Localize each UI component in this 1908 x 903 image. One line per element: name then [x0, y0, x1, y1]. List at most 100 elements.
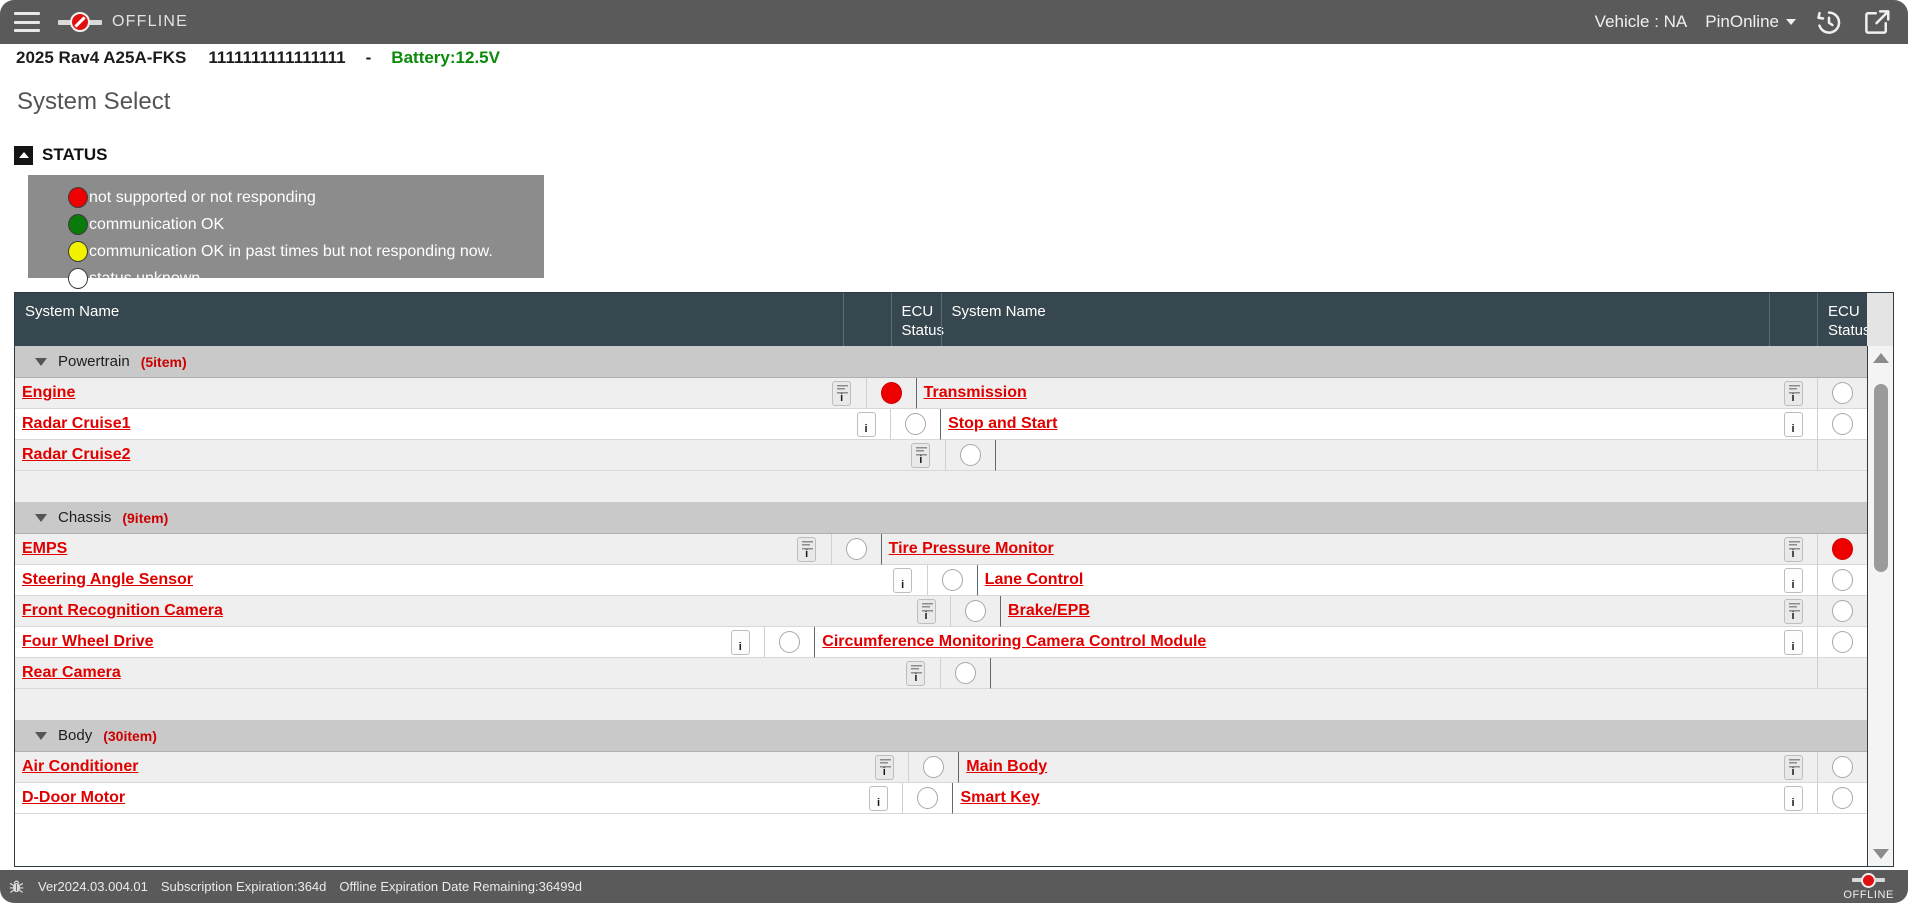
scrollbar-track[interactable]	[1868, 370, 1893, 842]
system-info-button[interactable]: i	[869, 786, 888, 811]
status-indicator-unknown	[955, 662, 976, 684]
system-info-button[interactable]: i	[797, 537, 816, 562]
vehicle-model: 2025 Rav4 A25A-FKS	[16, 48, 186, 68]
system-name-link[interactable]: Transmission	[924, 384, 1027, 402]
system-info-button[interactable]: i	[917, 599, 936, 624]
ecu-status-cell	[1817, 627, 1867, 658]
info-cell: i	[783, 534, 831, 565]
system-select-table: System Name ECU Status System Name ECU S…	[14, 292, 1894, 867]
table-row: EMPS i Tire Pressure Monitor i	[15, 534, 1867, 565]
system-name-link[interactable]: Steering Angle Sensor	[22, 571, 193, 589]
info-cell: i	[854, 783, 902, 814]
system-name-link[interactable]: Lane Control	[985, 571, 1084, 589]
info-glyph: i	[1791, 422, 1794, 436]
legend-item: status unknown	[68, 265, 544, 292]
vehicle-separator: -	[366, 48, 372, 68]
system-name-link[interactable]: Engine	[22, 384, 75, 402]
system-name-cell: Steering Angle Sensor	[15, 565, 879, 596]
ecu-status-cell	[950, 596, 1000, 627]
table-row: Front Recognition Camera i Brake/EPB i	[15, 596, 1867, 627]
system-info-button[interactable]: i	[911, 443, 930, 468]
system-name-link[interactable]: D-Door Motor	[22, 789, 125, 807]
system-group-header[interactable]: Chassis(9item)	[15, 502, 1867, 534]
system-name-link[interactable]: Four Wheel Drive	[22, 633, 154, 651]
pin-mode-dropdown[interactable]: PinOnline	[1705, 12, 1796, 32]
system-name-cell: Stop and Start	[940, 409, 1769, 440]
system-info-button[interactable]: i	[731, 630, 750, 655]
group-item-count: (30item)	[103, 728, 157, 744]
table-row-filler	[15, 689, 1867, 720]
no-connection-circle	[70, 12, 90, 32]
system-name-link[interactable]: Front Recognition Camera	[22, 602, 223, 620]
system-name-link[interactable]: Main Body	[966, 758, 1047, 776]
system-info-button[interactable]: i	[1784, 786, 1803, 811]
collapse-up-icon[interactable]	[14, 146, 33, 165]
system-name-cell: Circumference Monitoring Camera Control …	[814, 627, 1769, 658]
group-name-label: Body	[58, 727, 92, 744]
system-group-header[interactable]: Powertrain(5item)	[15, 346, 1867, 378]
info-glyph: i	[877, 796, 880, 810]
system-info-button[interactable]: i	[1784, 412, 1803, 437]
system-name-link[interactable]: Radar Cruise2	[22, 446, 131, 464]
vehicle-vin: 1111111111111111	[208, 48, 345, 68]
system-info-button[interactable]: i	[1784, 630, 1803, 655]
system-name-link[interactable]: Smart Key	[960, 789, 1039, 807]
info-glyph: i	[901, 578, 904, 592]
system-name-link[interactable]: Air Conditioner	[22, 758, 138, 776]
info-cell: i	[1769, 752, 1817, 783]
system-name-link[interactable]: EMPS	[22, 540, 67, 558]
app-version: Ver2024.03.004.01	[38, 879, 148, 894]
info-cell: i	[1769, 596, 1817, 627]
system-group-header[interactable]: Body (30item)	[15, 720, 1867, 752]
column-header-system-name-left: System Name	[15, 293, 843, 346]
status-section-header[interactable]: STATUS	[14, 145, 107, 165]
status-indicator-unknown	[1832, 756, 1853, 778]
system-name-link[interactable]: Tire Pressure Monitor	[889, 540, 1054, 558]
external-link-icon[interactable]	[1862, 7, 1892, 37]
system-info-button[interactable]: i	[1784, 537, 1803, 562]
legend-dot-red	[68, 187, 88, 208]
legend-item: communication OK in past times but not r…	[68, 238, 544, 265]
info-cell: i	[892, 658, 940, 689]
system-name-cell: Transmission	[916, 378, 1769, 409]
page-title: System Select	[17, 88, 170, 116]
ecu-status-cell	[1817, 596, 1867, 627]
table-rows-container: Powertrain(5item)EngineiTransmissioniRad…	[15, 346, 1867, 866]
info-glyph: i	[840, 391, 843, 405]
hamburger-menu-icon[interactable]	[14, 12, 40, 32]
info-glyph: i	[1791, 765, 1794, 779]
history-clock-icon[interactable]	[1814, 7, 1844, 37]
system-info-button[interactable]: i	[832, 381, 851, 406]
scroll-up-arrow-icon[interactable]	[1868, 346, 1893, 370]
system-name-link[interactable]: Stop and Start	[948, 415, 1057, 433]
system-name-link[interactable]: Circumference Monitoring Camera Control …	[822, 633, 1206, 651]
vehicle-label: Vehicle : NA	[1595, 12, 1688, 32]
system-info-button[interactable]: i	[1784, 599, 1803, 624]
table-row: Radar Cruise2 i	[15, 440, 1867, 471]
group-item-count: (5item)	[141, 354, 187, 370]
system-info-button[interactable]: i	[875, 755, 894, 780]
system-info-button[interactable]: i	[893, 568, 912, 593]
group-item-count: (9item)	[122, 510, 168, 526]
system-info-button[interactable]: i	[906, 661, 925, 686]
system-name-link[interactable]: Radar Cruise1	[22, 415, 131, 433]
vertical-scrollbar[interactable]	[1867, 346, 1893, 866]
scrollbar-thumb[interactable]	[1874, 384, 1888, 572]
system-info-button[interactable]: i	[1784, 568, 1803, 593]
system-info-button[interactable]: i	[857, 412, 876, 437]
chevron-down-icon	[35, 732, 47, 740]
table-row: Radar Cruise1 i Stop and Start i	[15, 409, 1867, 440]
table-body: Powertrain(5item)EngineiTransmissioniRad…	[15, 346, 1893, 866]
ecu-status-cell	[866, 378, 916, 409]
header-scroll-spacer	[1867, 293, 1893, 346]
scroll-down-arrow-icon[interactable]	[1868, 842, 1893, 866]
table-row: Engine i Transmission i	[15, 378, 1867, 409]
legend-dot-green	[68, 214, 88, 235]
system-name-link[interactable]: Brake/EPB	[1008, 602, 1090, 620]
system-name-cell	[995, 440, 1769, 471]
system-info-button[interactable]: i	[1784, 381, 1803, 406]
system-name-link[interactable]: Rear Camera	[22, 664, 121, 682]
legend-item: communication OK	[68, 211, 544, 238]
legend-dot-white	[68, 268, 88, 289]
system-info-button[interactable]: i	[1784, 755, 1803, 780]
